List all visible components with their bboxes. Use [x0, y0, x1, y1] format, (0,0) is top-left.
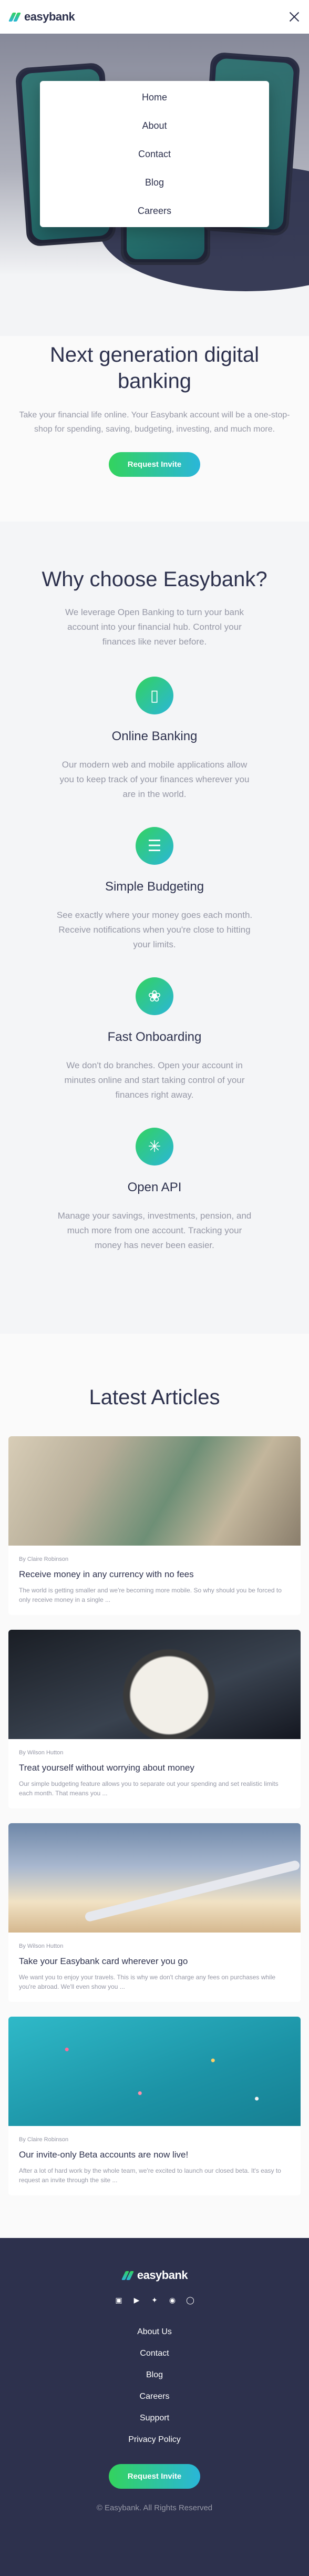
copyright: © Easybank. All Rights Reserved	[96, 2503, 213, 2512]
hero-subtitle: Take your financial life online. Your Ea…	[19, 411, 290, 434]
article-card[interactable]: By Wilson Hutton Take your Easybank card…	[8, 1823, 301, 2002]
article-title[interactable]: Take your Easybank card wherever you go	[19, 1956, 290, 1967]
feature-title: Fast Onboarding	[107, 1030, 202, 1044]
article-card[interactable]: By Claire Robinson Receive money in any …	[8, 1436, 301, 1615]
article-image	[8, 1436, 301, 1546]
pinterest-icon[interactable]: ◉	[167, 2295, 178, 2305]
why-intro: We leverage Open Banking to turn your ba…	[65, 607, 244, 647]
logo-text: easybank	[137, 2268, 188, 2282]
article-card[interactable]: By Wilson Hutton Treat yourself without …	[8, 1630, 301, 1808]
article-image	[8, 1630, 301, 1739]
site-header: easybank	[0, 0, 309, 34]
instagram-icon[interactable]: ◯	[185, 2295, 195, 2305]
logo-mark-icon	[8, 12, 21, 22]
feature-text: Manage your savings, investments, pensio…	[57, 1211, 252, 1250]
feature-text: See exactly where your money goes each m…	[56, 910, 253, 949]
article-excerpt: Our simple budgeting feature allows you …	[19, 1780, 279, 1797]
easybank-logo[interactable]: easybank	[8, 10, 75, 24]
article-author: By Wilson Hutton	[19, 1750, 64, 1756]
hero-title: Next generation digital banking	[49, 343, 260, 393]
article-image	[8, 2017, 301, 2126]
request-invite-button[interactable]: Request Invite	[108, 452, 201, 477]
logo-mark-icon	[121, 2270, 134, 2281]
feature-title: Simple Budgeting	[105, 880, 204, 894]
menu-item-home[interactable]: Home	[40, 83, 269, 111]
logo-text: easybank	[24, 10, 75, 23]
feature-text: We don't do branches. Open your account …	[64, 1060, 245, 1100]
budgeting-icon: ☰	[136, 827, 173, 865]
footer-link-about[interactable]: About Us	[0, 2321, 309, 2343]
article-author: By Claire Robinson	[19, 2137, 69, 2143]
facebook-icon[interactable]: ▣	[114, 2295, 124, 2305]
articles-title: Latest Articles	[89, 1386, 220, 1409]
why-title: Why choose Easybank?	[42, 568, 267, 591]
menu-item-blog[interactable]: Blog	[40, 168, 269, 197]
article-image	[8, 1823, 301, 1933]
article-author: By Claire Robinson	[19, 1556, 69, 1562]
footer-request-invite-button[interactable]: Request Invite	[108, 2464, 201, 2489]
footer-link-support[interactable]: Support	[0, 2407, 309, 2429]
footer-link-privacy[interactable]: Privacy Policy	[0, 2429, 309, 2450]
api-icon: ✳	[136, 1128, 173, 1166]
feature-online-banking: ▯ Online Banking Our modern web and mobi…	[55, 677, 254, 802]
article-excerpt: The world is getting smaller and we're b…	[19, 1587, 282, 1603]
onboarding-icon: ❀	[136, 977, 173, 1015]
menu-item-about[interactable]: About	[40, 111, 269, 140]
footer-logo[interactable]: easybank	[0, 2268, 309, 2282]
menu-item-contact[interactable]: Contact	[40, 140, 269, 168]
footer-link-contact[interactable]: Contact	[0, 2343, 309, 2364]
article-excerpt: We want you to enjoy your travels. This …	[19, 1974, 276, 1990]
article-title[interactable]: Our invite-only Beta accounts are now li…	[19, 2149, 290, 2161]
hero-image: Home About Contact Blog Careers	[0, 34, 309, 336]
feature-fast-onboarding: ❀ Fast Onboarding We don't do branches. …	[55, 977, 254, 1102]
feature-text: Our modern web and mobile applications a…	[59, 760, 250, 799]
article-title[interactable]: Treat yourself without worrying about mo…	[19, 1762, 290, 1774]
article-author: By Wilson Hutton	[19, 1943, 64, 1949]
feature-open-api: ✳ Open API Manage your savings, investme…	[55, 1128, 254, 1253]
footer-links: About Us Contact Blog Careers Support Pr…	[0, 2321, 309, 2450]
article-title[interactable]: Receive money in any currency with no fe…	[19, 1569, 290, 1580]
online-banking-icon: ▯	[136, 677, 173, 714]
article-card[interactable]: By Claire Robinson Our invite-only Beta …	[8, 2017, 301, 2195]
site-footer: easybank ▣ ▶ ✦ ◉ ◯ About Us Contact Blog…	[0, 2238, 309, 2576]
menu-item-careers[interactable]: Careers	[40, 197, 269, 225]
feature-title: Online Banking	[111, 729, 198, 743]
article-excerpt: After a lot of hard work by the whole te…	[19, 2167, 281, 2184]
social-links: ▣ ▶ ✦ ◉ ◯	[0, 2295, 309, 2305]
feature-title: Open API	[127, 1180, 182, 1194]
footer-link-blog[interactable]: Blog	[0, 2364, 309, 2386]
mobile-menu: Home About Contact Blog Careers	[40, 81, 269, 227]
twitter-icon[interactable]: ✦	[149, 2295, 160, 2305]
feature-simple-budgeting: ☰ Simple Budgeting See exactly where you…	[55, 827, 254, 952]
hero-content: Next generation digital banking Take you…	[0, 336, 309, 477]
footer-link-careers[interactable]: Careers	[0, 2386, 309, 2407]
why-section: Why choose Easybank? We leverage Open Ba…	[0, 522, 309, 1334]
articles-section: Latest Articles By Claire Robinson Recei…	[0, 1334, 309, 2238]
close-icon[interactable]	[288, 11, 301, 23]
youtube-icon[interactable]: ▶	[131, 2295, 142, 2305]
